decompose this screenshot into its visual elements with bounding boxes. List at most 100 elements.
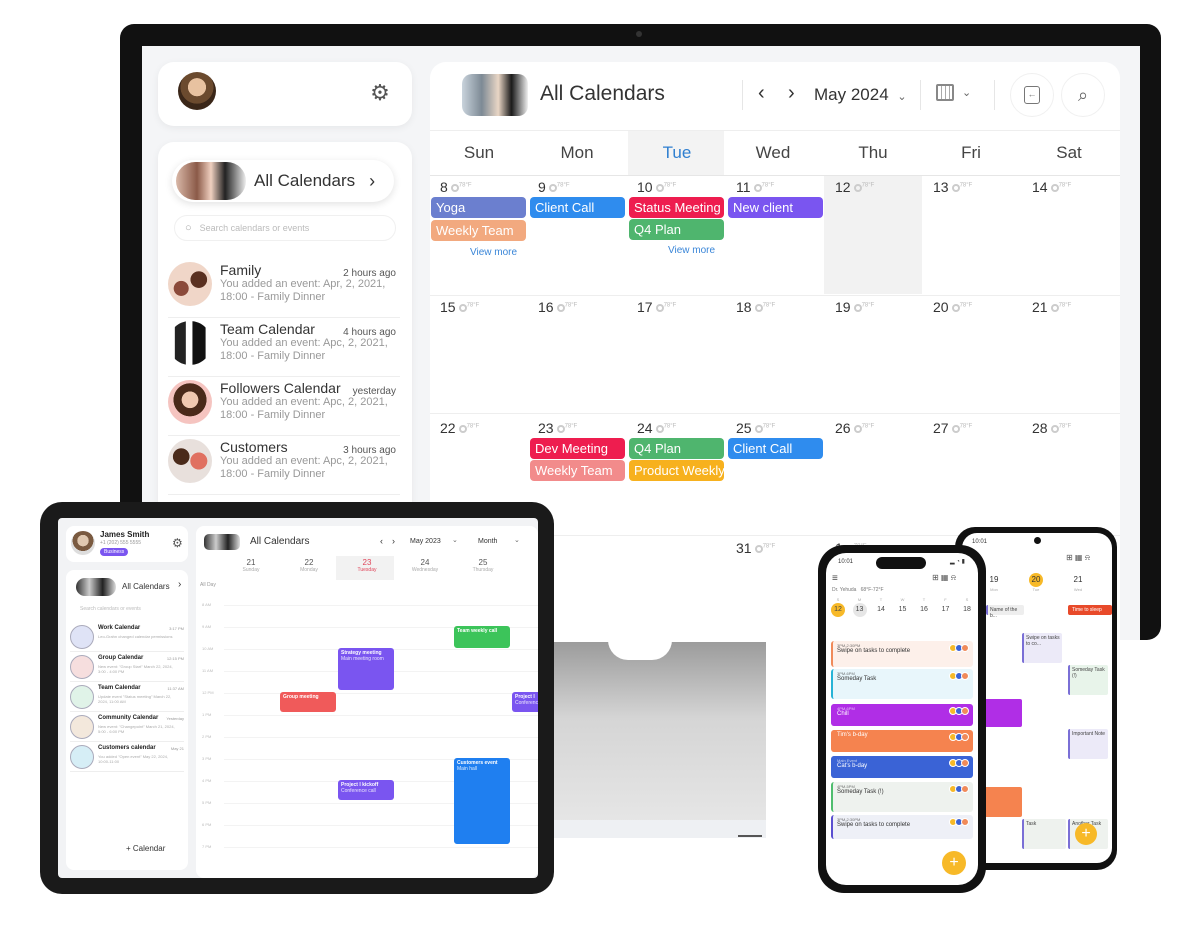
tablet-event[interactable]: Team weekly call [454, 626, 510, 648]
event-yoga[interactable]: Yoga [431, 197, 526, 218]
day-header[interactable]: 21 Wed [1066, 573, 1090, 592]
calendar-list-item[interactable]: Team Calendar 11:37 AM Update event "Sta… [70, 684, 184, 712]
week-day[interactable]: T 16 [916, 597, 932, 618]
task-card[interactable]: 4PM-6PM Chill [831, 704, 973, 726]
week-day[interactable]: M 13 [852, 597, 868, 618]
calendar-list-item[interactable]: Customers 3 hours ago You added an event… [168, 439, 400, 495]
week-day[interactable]: F 17 [938, 597, 954, 618]
day-cell[interactable]: 17 78°F [637, 299, 676, 315]
task-card[interactable]: Tim's b-day [831, 730, 973, 752]
view-more-link[interactable]: View more [470, 247, 517, 258]
toolbar-icons[interactable]: ⊞ ▦ ⍾ [932, 573, 956, 583]
day-cell[interactable]: 19 78°F [835, 299, 874, 315]
view-selector[interactable]: ⌄ [936, 84, 971, 101]
week-day[interactable]: S 12 [830, 597, 846, 618]
event-client-call[interactable]: Client Call [728, 438, 823, 459]
event-dev-meeting[interactable]: Dev Meeting [530, 438, 625, 459]
day-cell[interactable]: 10 78°F [637, 179, 676, 195]
day-cell[interactable]: 18 78°F [736, 299, 775, 315]
calendar-list-item[interactable]: Followers Calendar yesterday You added a… [168, 380, 400, 436]
view-selector[interactable]: Month [478, 538, 497, 545]
phone-event[interactable]: Task [1022, 819, 1066, 849]
event-product-weekly[interactable]: Product Weekly [629, 460, 724, 481]
event-q4-plan[interactable]: Q4 Plan [629, 438, 724, 459]
week-day[interactable]: W 15 [895, 597, 911, 618]
tablet-day-header[interactable]: 25 Thursday [458, 558, 508, 573]
day-cell[interactable]: 22 78°F [440, 420, 479, 436]
event-client-call[interactable]: Client Call [530, 197, 625, 218]
event-status-meeting[interactable]: Status Meeting [629, 197, 724, 218]
day-cell[interactable]: 31 78°F [736, 540, 775, 556]
search-input[interactable]: Search calendars or events [80, 606, 141, 612]
calendar-list-item[interactable]: Customers calendar May 21 You added "Ope… [70, 744, 184, 772]
week-day[interactable]: T 14 [873, 597, 889, 618]
phone-event[interactable]: Important Note [1068, 729, 1108, 759]
phone-event[interactable]: Time to sleep [1068, 605, 1112, 615]
next-month-button[interactable]: › [788, 82, 795, 105]
day-header[interactable]: 20 Tue [1024, 573, 1048, 592]
day-cell[interactable]: 26 78°F [835, 420, 874, 436]
user-avatar[interactable] [178, 72, 216, 110]
week-day[interactable]: S 18 [959, 597, 975, 618]
calendar-list-item[interactable]: Community Calendar Yesterday New event: … [70, 714, 184, 742]
add-fab-button[interactable]: + [942, 851, 966, 875]
day-cell[interactable]: 23 78°F [538, 420, 577, 436]
phone-event[interactable]: Name of the b... [986, 605, 1024, 619]
day-cell[interactable]: 27 78°F [933, 420, 972, 436]
calendar-list-item[interactable]: Family 2 hours ago You added an event: A… [168, 262, 400, 318]
view-more-link[interactable]: View more [668, 245, 715, 256]
event-q4-plan[interactable]: Q4 Plan [629, 219, 724, 240]
day-cell[interactable]: 15 78°F [440, 299, 479, 315]
tablet-day-header[interactable]: 21 Sunday [226, 558, 276, 573]
month-selector[interactable]: May 2024 ⌄ [814, 85, 907, 105]
search-button[interactable]: ⌕ [1061, 73, 1105, 117]
tablet-event[interactable]: Strategy meeting Main meeting room [338, 648, 394, 690]
task-card[interactable]: 3PM-2:30PM Swipe on tasks to complete [831, 815, 973, 839]
tablet-day-header[interactable]: 22 Monday [284, 558, 334, 573]
today-button[interactable]: ← [1010, 73, 1054, 117]
prev-button[interactable]: ‹ [380, 536, 383, 546]
day-cell[interactable]: 25 78°F [736, 420, 775, 436]
day-cell[interactable]: 28 78°F [1032, 420, 1071, 436]
day-cell[interactable]: 16 78°F [538, 299, 577, 315]
all-calendars-button[interactable]: All Calendars › [172, 160, 394, 202]
task-card[interactable]: 3PM-6PM Someday Task [831, 669, 973, 699]
phone-event-block[interactable] [984, 787, 1022, 817]
day-cell[interactable]: 21 78°F [1032, 299, 1071, 315]
tablet-day-header[interactable]: 23 Tuesday [342, 558, 392, 573]
settings-gear-icon[interactable]: ⚙ [368, 81, 392, 105]
next-button[interactable]: › [392, 536, 395, 546]
user-avatar[interactable] [71, 531, 95, 555]
tablet-event[interactable]: Project I kickoff Conference call [338, 780, 394, 800]
day-cell[interactable]: 20 78°F [933, 299, 972, 315]
calendar-list-item[interactable]: Group Calendar 12:15 PM New event: "Grou… [70, 654, 184, 682]
event-weekly-team[interactable]: Weekly Team [431, 220, 526, 241]
task-card[interactable]: Main Event Cat's b-day [831, 756, 973, 778]
phone-event[interactable]: Swipe on tasks to co... [1022, 633, 1062, 663]
phone-event-block[interactable] [984, 699, 1022, 727]
add-fab-button[interactable]: + [1075, 823, 1097, 845]
search-input[interactable]: ○ Search calendars or events [174, 215, 396, 241]
settings-gear-icon[interactable]: ⚙ [172, 536, 183, 550]
task-card[interactable]: 3PM-2:30PM Swipe on tasks to complete [831, 641, 973, 667]
phone-event[interactable]: Someday Task (!) [1068, 665, 1108, 695]
day-cell[interactable]: 14 78°F [1032, 179, 1071, 195]
calendar-list-item[interactable]: Work Calendar 3:17 PM Leo-Grahn changed … [70, 624, 184, 652]
calendar-list-item[interactable]: Team Calendar 4 hours ago You added an e… [168, 321, 400, 377]
tablet-day-header[interactable]: 24 Wednesday [400, 558, 450, 573]
day-cell[interactable]: 9 78°F [538, 179, 570, 195]
prev-month-button[interactable]: ‹ [758, 82, 765, 105]
tablet-event[interactable]: Group meeting [280, 692, 336, 712]
day-cell[interactable]: 8 78°F [440, 179, 472, 195]
day-cell[interactable]: 24 78°F [637, 420, 676, 436]
month-selector[interactable]: May 2023 [410, 538, 441, 545]
day-cell[interactable]: 12 78°F [835, 179, 874, 195]
event-new-client[interactable]: New client [728, 197, 823, 218]
menu-icon[interactable]: ≡ [832, 573, 838, 584]
tablet-event[interactable]: Customers event Main hall [454, 758, 510, 844]
task-card[interactable]: 4PM-5PM Someday Task (!) [831, 782, 973, 812]
all-calendars-label[interactable]: All Calendars [122, 582, 170, 591]
add-calendar-button[interactable]: + Calendar [126, 844, 165, 853]
day-cell[interactable]: 11 78°F [736, 179, 774, 195]
event-weekly-team[interactable]: Weekly Team [530, 460, 625, 481]
